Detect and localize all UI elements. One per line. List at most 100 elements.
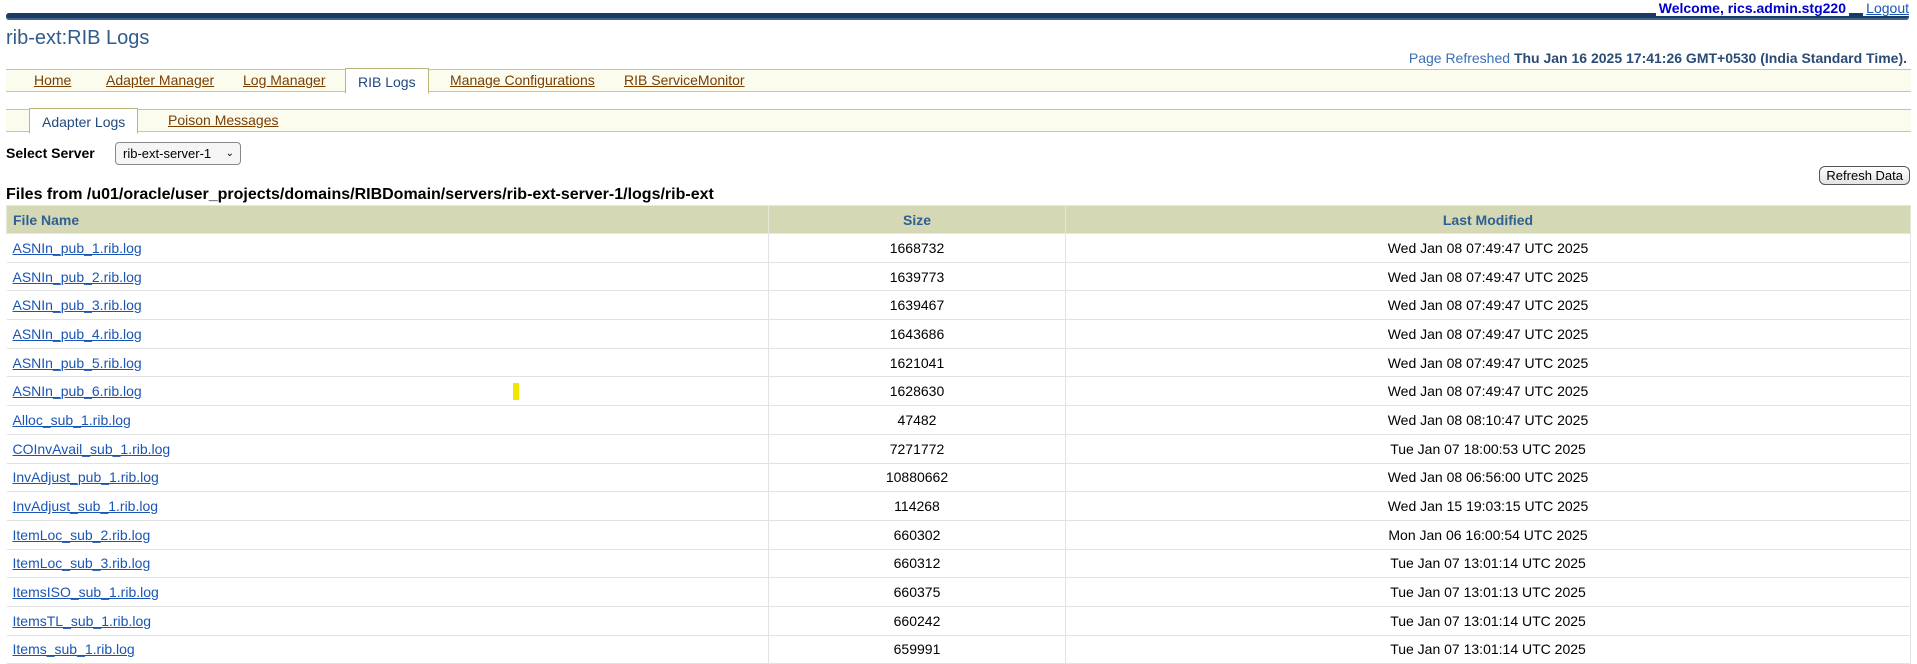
file-link[interactable]: ItemsISO_sub_1.rib.log bbox=[13, 584, 159, 600]
modified-cell: Wed Jan 08 07:49:47 UTC 2025 bbox=[1065, 233, 1911, 263]
file-name-cell: ASNIn_pub_4.rib.log bbox=[6, 319, 769, 349]
size-cell: 10880662 bbox=[768, 463, 1066, 493]
table-row: ItemLoc_sub_3.rib.log 660312 Tue Jan 07 … bbox=[6, 549, 1911, 579]
refreshed-label: Page Refreshed bbox=[1408, 50, 1511, 66]
table-row: ASNIn_pub_4.rib.log 1643686 Wed Jan 08 0… bbox=[6, 319, 1911, 349]
modified-cell: Wed Jan 15 19:03:15 UTC 2025 bbox=[1065, 491, 1911, 521]
table-header-row: File Name Size Last Modified bbox=[6, 205, 1911, 234]
file-link[interactable]: ASNIn_pub_3.rib.log bbox=[13, 297, 142, 313]
table-row: ItemsTL_sub_1.rib.log 660242 Tue Jan 07 … bbox=[6, 606, 1911, 636]
size-cell: 7271772 bbox=[768, 434, 1066, 464]
page-refreshed-status: Page Refreshed Thu Jan 16 2025 17:41:26 … bbox=[1409, 50, 1907, 66]
tab-adapter-manager[interactable]: Adapter Manager bbox=[106, 70, 214, 91]
size-cell: 660302 bbox=[768, 520, 1066, 550]
table-row: ASNIn_pub_1.rib.log 1668732 Wed Jan 08 0… bbox=[6, 233, 1911, 263]
file-link[interactable]: ASNIn_pub_1.rib.log bbox=[13, 240, 142, 256]
tab-rib-servicemonitor[interactable]: RIB ServiceMonitor bbox=[624, 70, 745, 91]
column-header-size[interactable]: Size bbox=[768, 205, 1066, 234]
chevron-down-icon: ⌄ bbox=[225, 148, 234, 159]
server-select[interactable]: rib-ext-server-1 ⌄ bbox=[115, 142, 241, 165]
file-link[interactable]: ASNIn_pub_4.rib.log bbox=[13, 326, 142, 342]
file-name-cell: ItemsISO_sub_1.rib.log bbox=[6, 577, 769, 607]
modified-cell: Wed Jan 08 07:49:47 UTC 2025 bbox=[1065, 348, 1911, 378]
primary-tab-bar: Home Adapter Manager Log Manager RIB Log… bbox=[6, 68, 1911, 94]
size-cell: 660375 bbox=[768, 577, 1066, 607]
size-cell: 1621041 bbox=[768, 348, 1066, 378]
size-cell: 1668732 bbox=[768, 233, 1066, 263]
tab-manage-configurations[interactable]: Manage Configurations bbox=[450, 70, 595, 91]
secondary-tab-bar: Adapter Logs Poison Messages bbox=[6, 108, 1911, 134]
logout-link[interactable]: Logout bbox=[1863, 0, 1912, 16]
table-row: Items_sub_1.rib.log 659991 Tue Jan 07 13… bbox=[6, 635, 1911, 664]
modified-cell: Tue Jan 07 18:00:53 UTC 2025 bbox=[1065, 434, 1911, 464]
modified-cell: Mon Jan 06 16:00:54 UTC 2025 bbox=[1065, 520, 1911, 550]
tab-rib-logs[interactable]: RIB Logs bbox=[345, 68, 429, 94]
file-name-cell: Items_sub_1.rib.log bbox=[6, 635, 769, 664]
log-files-table: File Name Size Last Modified ASNIn_pub_1… bbox=[6, 205, 1911, 664]
tab-log-manager[interactable]: Log Manager bbox=[243, 70, 326, 91]
file-link[interactable]: ItemsTL_sub_1.rib.log bbox=[13, 613, 152, 629]
file-name-cell: ItemsTL_sub_1.rib.log bbox=[6, 606, 769, 636]
size-cell: 1639773 bbox=[768, 262, 1066, 292]
refreshed-time: Thu Jan 16 2025 17:41:26 GMT+0530 (India… bbox=[1513, 50, 1907, 66]
size-cell: 1628630 bbox=[768, 376, 1066, 407]
modified-cell: Tue Jan 07 13:01:14 UTC 2025 bbox=[1065, 635, 1911, 664]
modified-cell: Wed Jan 08 07:49:47 UTC 2025 bbox=[1065, 319, 1911, 349]
modified-cell: Wed Jan 08 07:49:47 UTC 2025 bbox=[1065, 290, 1911, 321]
file-link[interactable]: ASNIn_pub_2.rib.log bbox=[13, 269, 142, 285]
file-name-cell: ASNIn_pub_5.rib.log bbox=[6, 348, 769, 378]
modified-cell: Wed Jan 08 07:49:47 UTC 2025 bbox=[1065, 376, 1911, 407]
table-row: ASNIn_pub_5.rib.log 1621041 Wed Jan 08 0… bbox=[6, 348, 1911, 378]
modified-cell: Wed Jan 08 07:49:47 UTC 2025 bbox=[1065, 262, 1911, 292]
file-link[interactable]: COInvAvail_sub_1.rib.log bbox=[13, 441, 171, 457]
size-cell: 47482 bbox=[768, 405, 1066, 435]
refresh-data-button[interactable]: Refresh Data bbox=[1819, 166, 1910, 185]
size-cell: 114268 bbox=[768, 491, 1066, 521]
file-link[interactable]: ItemLoc_sub_2.rib.log bbox=[13, 527, 151, 543]
file-link[interactable]: Alloc_sub_1.rib.log bbox=[13, 412, 131, 428]
tab-home[interactable]: Home bbox=[34, 70, 71, 91]
modified-cell: Tue Jan 07 13:01:13 UTC 2025 bbox=[1065, 577, 1911, 607]
size-cell: 660312 bbox=[768, 549, 1066, 579]
table-row: ASNIn_pub_2.rib.log 1639773 Wed Jan 08 0… bbox=[6, 262, 1911, 292]
modified-cell: Wed Jan 08 08:10:47 UTC 2025 bbox=[1065, 405, 1911, 435]
file-name-cell: InvAdjust_pub_1.rib.log bbox=[6, 463, 769, 493]
size-cell: 659991 bbox=[768, 635, 1066, 664]
modified-cell: Tue Jan 07 13:01:14 UTC 2025 bbox=[1065, 606, 1911, 636]
file-link[interactable]: Items_sub_1.rib.log bbox=[13, 641, 135, 657]
file-name-cell: ASNIn_pub_1.rib.log bbox=[6, 233, 769, 263]
table-row: InvAdjust_pub_1.rib.log 10880662 Wed Jan… bbox=[6, 463, 1911, 493]
table-row: InvAdjust_sub_1.rib.log 114268 Wed Jan 1… bbox=[6, 491, 1911, 521]
tab-poison-messages[interactable]: Poison Messages bbox=[168, 110, 279, 131]
file-name-cell: COInvAvail_sub_1.rib.log bbox=[6, 434, 769, 464]
size-cell: 660242 bbox=[768, 606, 1066, 636]
file-name-cell: ASNIn_pub_6.rib.log bbox=[6, 376, 769, 407]
server-select-value: rib-ext-server-1 bbox=[123, 146, 212, 161]
highlight-marker bbox=[512, 383, 519, 401]
table-row: COInvAvail_sub_1.rib.log 7271772 Tue Jan… bbox=[6, 434, 1911, 464]
modified-cell: Wed Jan 08 06:56:00 UTC 2025 bbox=[1065, 463, 1911, 493]
table-row: ItemsISO_sub_1.rib.log 660375 Tue Jan 07… bbox=[6, 577, 1911, 607]
file-name-cell: ItemLoc_sub_2.rib.log bbox=[6, 520, 769, 550]
column-header-last-modified[interactable]: Last Modified bbox=[1065, 205, 1911, 234]
table-row: ASNIn_pub_6.rib.log 1628630 Wed Jan 08 0… bbox=[6, 376, 1911, 407]
top-banner-bar bbox=[6, 13, 1909, 20]
size-cell: 1639467 bbox=[768, 290, 1066, 321]
file-name-cell: InvAdjust_sub_1.rib.log bbox=[6, 491, 769, 521]
file-link[interactable]: InvAdjust_sub_1.rib.log bbox=[13, 498, 159, 514]
file-link[interactable]: ASNIn_pub_5.rib.log bbox=[13, 355, 142, 371]
file-link[interactable]: ItemLoc_sub_3.rib.log bbox=[13, 555, 151, 571]
column-header-file-name[interactable]: File Name bbox=[6, 205, 769, 234]
table-row: ItemLoc_sub_2.rib.log 660302 Mon Jan 06 … bbox=[6, 520, 1911, 550]
table-row: Alloc_sub_1.rib.log 47482 Wed Jan 08 08:… bbox=[6, 405, 1911, 435]
tab-adapter-logs[interactable]: Adapter Logs bbox=[29, 108, 139, 134]
files-heading: Files from /u01/oracle/user_projects/dom… bbox=[6, 186, 714, 203]
file-name-cell: ASNIn_pub_3.rib.log bbox=[6, 290, 769, 321]
file-name-cell: Alloc_sub_1.rib.log bbox=[6, 405, 769, 435]
file-link[interactable]: ASNIn_pub_6.rib.log bbox=[13, 383, 142, 399]
select-server-label: Select Server bbox=[6, 145, 95, 161]
file-link[interactable]: InvAdjust_pub_1.rib.log bbox=[13, 469, 159, 485]
welcome-text: Welcome, rics.admin.stg220 bbox=[1655, 0, 1849, 16]
page-title: rib-ext:RIB Logs bbox=[6, 27, 150, 49]
size-cell: 1643686 bbox=[768, 319, 1066, 349]
